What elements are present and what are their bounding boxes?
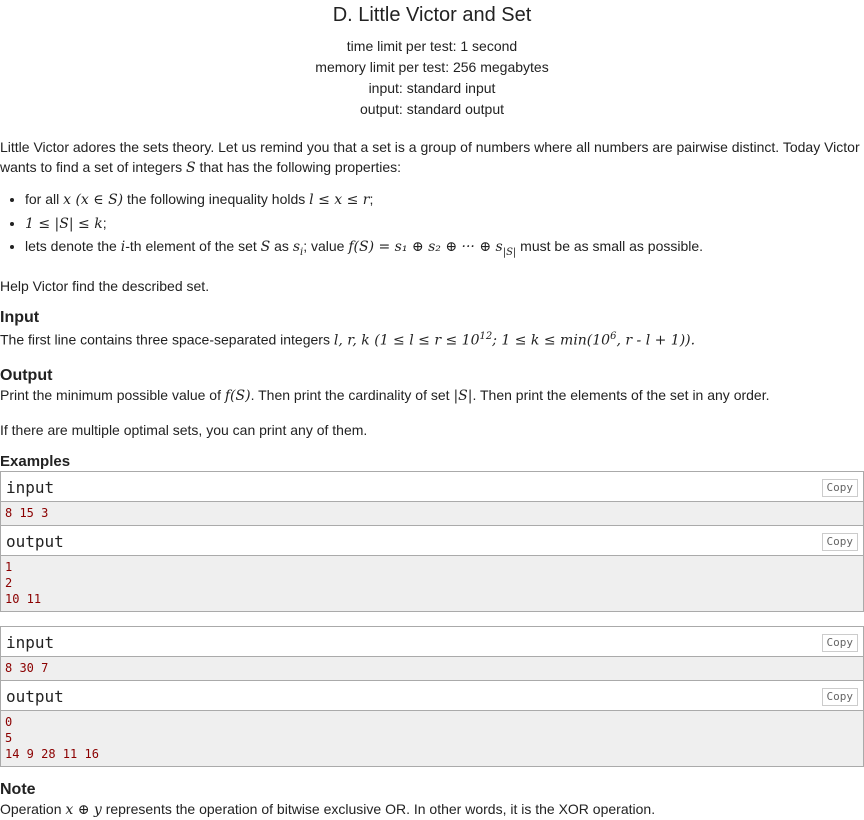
example-output-header: output Copy [1, 526, 863, 556]
output-text: Print the minimum possible value of [0, 386, 225, 403]
example-output-data: 0 5 14 9 28 11 16 [1, 710, 863, 766]
math-formula: , r - l + 1)). [616, 332, 696, 349]
memory-limit: memory limit per test: 256 megabytes [315, 59, 549, 75]
statement-text: that has the following properties: [195, 159, 402, 175]
output-paragraph: Print the minimum possible value of f(S)… [0, 385, 864, 406]
output-specification: Output Print the minimum possible value … [0, 367, 864, 440]
math-formula: f(S) [224, 387, 251, 404]
examples-title: Examples [0, 452, 71, 470]
statement-paragraph: Little Victor adores the sets theory. Le… [0, 137, 864, 178]
math-var: S [186, 160, 196, 176]
note-title: Note [0, 780, 36, 798]
note-section: Note Operation x ⊕ y represents the oper… [0, 781, 864, 820]
example-output-box: output Copy 1 2 10 11 [0, 525, 864, 612]
math-subscript: |S| [502, 246, 517, 258]
example-output-box: output Copy 0 5 14 9 28 11 16 [0, 680, 864, 767]
list-item: for all x (x ∈ S) the following inequali… [25, 188, 864, 212]
output-section-title: Output [0, 366, 53, 384]
math-var: s [292, 239, 300, 255]
output-text: . Then print the cardinality of set [250, 386, 454, 403]
input-paragraph: The first line contains three space-sepa… [0, 327, 864, 351]
list-text: the following inequality holds [123, 191, 310, 207]
math-var: S [260, 239, 271, 255]
example-input-box: input Copy 8 15 3 [0, 470, 864, 526]
note-text: Operation [0, 800, 66, 817]
copy-button[interactable]: Copy [821, 633, 858, 652]
list-text: for all [25, 191, 64, 207]
example-input-data: 8 15 3 [1, 501, 863, 525]
example-test-2: input Copy 8 30 7 output Copy 0 5 14 9 2… [0, 625, 864, 767]
math-formula: ; 1 ≤ k ≤ min(10 [492, 332, 611, 349]
input-label: input [6, 632, 55, 652]
math-formula: 1 ≤ |S| ≤ k [25, 215, 103, 232]
copy-button[interactable]: Copy [821, 687, 858, 706]
problem-header: D. Little Victor and Set time limit per … [0, 3, 864, 120]
math-formula: |S| [453, 387, 473, 404]
math-formula: x (x ∈ S) [63, 192, 124, 208]
math-formula: l, r, k (1 ≤ l ≤ r ≤ 10 [333, 332, 480, 349]
list-text: as [270, 238, 293, 254]
example-input-data: 8 30 7 [1, 656, 863, 680]
examples-section: Examples input Copy 8 15 3 output Copy 1… [0, 452, 864, 767]
list-item: lets denote the i-th element of the set … [25, 235, 864, 264]
example-input-box: input Copy 8 30 7 [0, 625, 864, 681]
list-text: must be as small as possible. [516, 238, 704, 254]
note-text: represents the operation of bitwise excl… [101, 800, 656, 817]
math-formula: f(S) = s₁ ⊕ s₂ ⊕ ··· ⊕ s [348, 239, 503, 255]
output-text: . Then print the elements of the set in … [472, 386, 770, 403]
copy-button[interactable]: Copy [821, 478, 858, 497]
output-label: output [6, 686, 64, 706]
example-test-1: input Copy 8 15 3 output Copy 1 2 10 11 [0, 470, 864, 612]
problem-statement: Little Victor adores the sets theory. Le… [0, 137, 864, 296]
math-formula: l ≤ x ≤ r [309, 192, 370, 208]
output-file: output: standard output [360, 101, 504, 117]
property-list: for all x (x ∈ S) the following inequali… [0, 188, 864, 264]
list-item: 1 ≤ |S| ≤ k; [25, 212, 864, 236]
statement-text: Little Victor adores the sets theory. Le… [0, 139, 860, 175]
copy-button[interactable]: Copy [821, 532, 858, 551]
example-output-header: output Copy [1, 681, 863, 711]
list-text: -th element of the set [125, 238, 261, 254]
input-file: input: standard input [368, 80, 496, 96]
example-input-header: input Copy [1, 472, 863, 502]
output-note-paragraph: If there are multiple optimal sets, you … [0, 421, 368, 438]
input-text: The first line contains three space-sepa… [0, 331, 334, 348]
help-text: Help Victor find the described set. [0, 278, 210, 295]
list-text: ; value [303, 238, 349, 254]
note-paragraph: Operation x ⊕ y represents the operation… [0, 799, 864, 820]
example-input-header: input Copy [1, 627, 863, 657]
list-text: lets denote the [25, 238, 121, 254]
list-text: ; [369, 191, 374, 207]
time-limit: time limit per test: 1 second [346, 38, 518, 54]
input-section-title: Input [0, 309, 40, 327]
list-text: ; [102, 214, 107, 231]
example-output-data: 1 2 10 11 [1, 555, 863, 611]
input-label: input [6, 477, 55, 497]
output-label: output [6, 531, 64, 551]
math-superscript: 12 [479, 331, 493, 343]
problem-title: D. Little Victor and Set [332, 4, 532, 26]
input-specification: Input The first line contains three spac… [0, 309, 864, 351]
